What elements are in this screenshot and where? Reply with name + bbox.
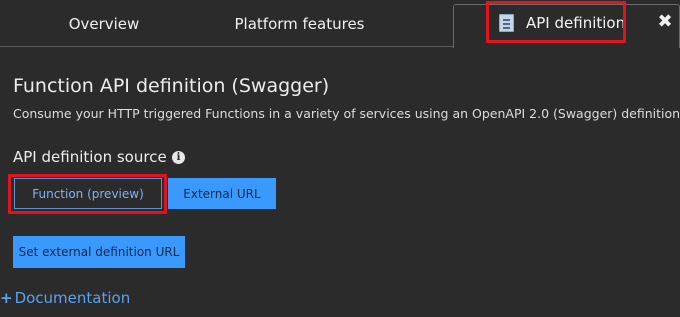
tab-api-definition-label: API definition bbox=[526, 14, 626, 32]
source-label: API definition source bbox=[13, 148, 167, 166]
documentation-link[interactable]: + Documentation bbox=[0, 289, 130, 307]
tab-platform-features[interactable]: Platform features bbox=[222, 0, 377, 47]
close-icon[interactable]: ✖ bbox=[656, 13, 674, 31]
plus-icon: + bbox=[0, 289, 13, 307]
page-description: Consume your HTTP triggered Functions in… bbox=[13, 106, 680, 121]
page-title: Function API definition (Swagger) bbox=[13, 75, 330, 97]
api-definition-blade: Overview Platform features API definitio… bbox=[0, 0, 680, 317]
tab-overview[interactable]: Overview bbox=[0, 0, 208, 47]
info-icon[interactable]: i bbox=[172, 151, 185, 164]
document-icon bbox=[499, 14, 514, 32]
function-preview-button[interactable]: Function (preview) bbox=[14, 178, 162, 209]
set-external-url-button[interactable]: Set external definition URL bbox=[13, 236, 185, 268]
documentation-label: Documentation bbox=[14, 289, 131, 307]
external-url-button[interactable]: External URL bbox=[168, 178, 276, 209]
